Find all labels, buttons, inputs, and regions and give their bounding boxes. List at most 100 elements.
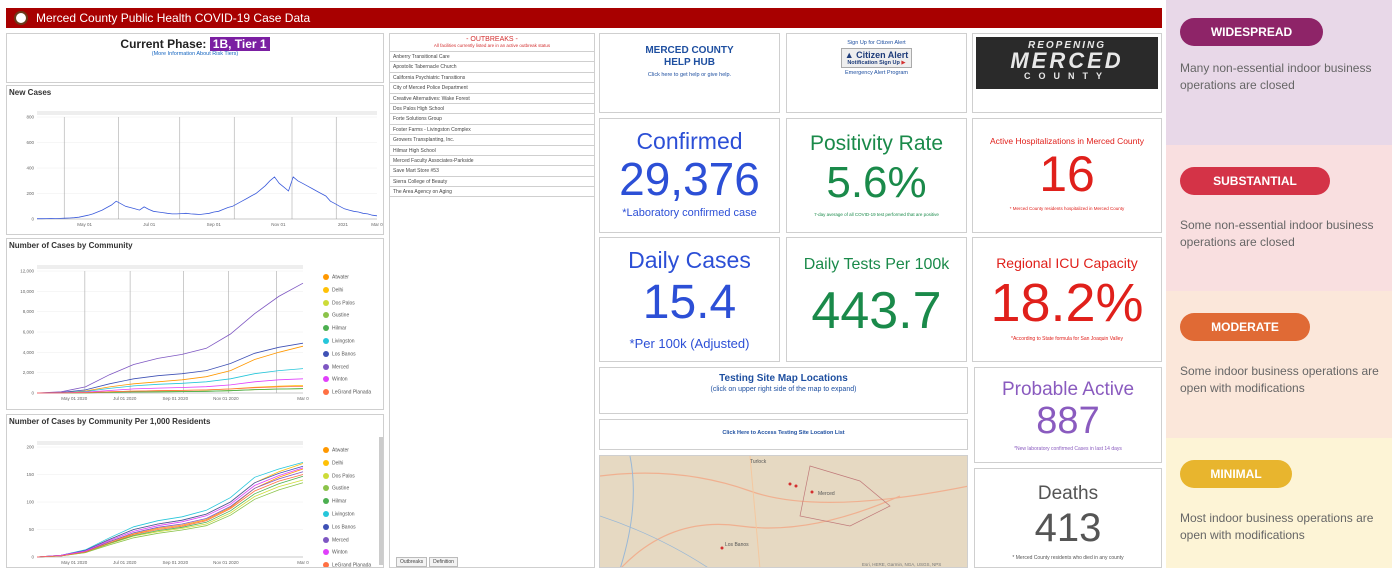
testing-list-panel[interactable]: Click Here to Access Testing Site Locati…	[599, 419, 968, 450]
tab-outbreaks[interactable]: Outbreaks	[396, 557, 428, 567]
positivity-panel: Positivity Rate 5.6% 7-day average of al…	[786, 118, 967, 233]
series-line[interactable]	[36, 482, 304, 558]
range-slider[interactable]	[37, 265, 303, 269]
series-line[interactable]	[36, 342, 304, 394]
tier-substantial-desc: Some non-essential indoor business opera…	[1180, 218, 1374, 249]
outbreaks-panel: - OUTBREAKS - All facilities currently l…	[389, 33, 595, 568]
outbreak-item[interactable]: City of Merced Police Department	[390, 83, 594, 94]
legend-item[interactable]: Hilmar	[323, 325, 346, 332]
legend-item[interactable]: Merced	[323, 363, 349, 370]
outbreak-item[interactable]: Creative Alternatives: Wake Forest	[390, 94, 594, 104]
legend-item[interactable]: LeGrand Planada	[323, 562, 371, 567]
legend-label: LeGrand Planada	[332, 389, 372, 396]
legend-item[interactable]: Delhi	[323, 286, 343, 293]
daily-cases-panel: Daily Cases 15.4 *Per 100k (Adjusted)	[599, 237, 780, 362]
legend-item[interactable]: Winton	[323, 549, 348, 556]
county-seal-icon	[14, 11, 28, 25]
outbreak-item[interactable]: Dos Palos High School	[390, 104, 594, 115]
series-line[interactable]	[36, 474, 304, 558]
x-tick-label: Mar 0	[297, 396, 309, 401]
legend-item[interactable]: Hilmar	[323, 498, 346, 505]
legend-label: Merced	[332, 363, 349, 370]
range-slider[interactable]	[37, 111, 377, 115]
legend-item[interactable]: Atwater	[323, 447, 349, 453]
legend-label: Winton	[332, 376, 348, 383]
legend-item[interactable]: Livingston	[323, 511, 355, 517]
outbreak-item[interactable]: Forte Solutions Group	[390, 114, 594, 125]
legend-item[interactable]: Atwater	[323, 274, 349, 280]
map-marker[interactable]	[794, 484, 798, 488]
testing-map-title: Testing Site Map Locations	[719, 373, 848, 384]
outbreak-item[interactable]: Foster Farms - Livingston Complex	[390, 125, 594, 136]
tab-definition[interactable]: Definition	[429, 557, 458, 567]
y-tick-label: 600	[26, 140, 34, 145]
legend-item[interactable]: LeGrand Planada	[323, 389, 372, 396]
series-line[interactable]	[36, 465, 304, 558]
risk-tiers-link[interactable]: (More Information About Risk Tiers)	[7, 51, 383, 57]
outbreak-item[interactable]: California Psychiatric Transitions	[390, 73, 594, 84]
reopening-panel[interactable]: REOPENING MERCED COUNTY	[972, 33, 1162, 113]
citizen-alert-panel[interactable]: Sign Up for Citizen Alert ▲ Citizen Aler…	[786, 33, 967, 113]
outbreak-item[interactable]: Apostolic Tabernacle Church	[390, 62, 594, 73]
help-hub-panel[interactable]: MERCED COUNTY HELP HUB Click here to get…	[599, 33, 780, 113]
outbreak-item[interactable]: Merced Faculty Associates-Parkside	[390, 156, 594, 167]
y-tick-label: 200	[26, 191, 34, 196]
testing-list-link[interactable]: Click Here to Access Testing Site Locati…	[600, 430, 967, 436]
reopening-banner: REOPENING MERCED COUNTY	[976, 37, 1158, 89]
tier-moderate-desc: Some indoor business operations are open…	[1180, 364, 1379, 395]
y-tick-label: 12,000	[20, 269, 34, 274]
outbreaks-title: - OUTBREAKS -	[466, 36, 518, 43]
deaths-value: 413	[1034, 506, 1102, 550]
legend-item[interactable]: Gustine	[323, 485, 349, 492]
series-line[interactable]	[36, 475, 304, 558]
community-chart[interactable]: 12,000 10,000 8,000 6,000 4,000 2,000 0 May 01 …	[7, 253, 317, 410]
daily-tests-value: 443.7	[811, 282, 942, 340]
range-slider[interactable]	[37, 441, 303, 445]
map-marker[interactable]	[720, 546, 724, 550]
outbreak-item[interactable]: The Area Agency on Aging	[390, 187, 594, 198]
outbreak-item[interactable]: Anberry Transitional Care	[390, 52, 594, 63]
tier-minimal-desc: Most indoor business operations are open…	[1180, 511, 1374, 542]
x-tick-label: Jul 01 2020	[113, 560, 137, 565]
series-line[interactable]	[36, 467, 304, 558]
series-line[interactable]	[36, 462, 304, 558]
legend-item[interactable]: Los Banos	[323, 523, 356, 531]
tier-moderate: MODERATE Some indoor business operations…	[1166, 291, 1392, 438]
legend-item[interactable]: Dos Palos	[323, 299, 355, 306]
map-marker[interactable]	[810, 490, 814, 494]
outbreak-item[interactable]: Hilmar High School	[390, 146, 594, 156]
outbreaks-subtitle: All facilities currently listed are in a…	[433, 43, 551, 48]
confirmed-title: Confirmed	[636, 128, 743, 154]
legend-item[interactable]: Livingston	[323, 338, 355, 344]
map-canvas[interactable]: Turlock Merced Los Banos Esri, HERE, Gar…	[600, 456, 968, 568]
series-line[interactable]	[36, 463, 304, 558]
map-marker[interactable]	[788, 482, 792, 486]
legend-label: Los Banos	[332, 524, 356, 531]
series-line[interactable]	[37, 176, 378, 220]
legend-item[interactable]: Los Banos	[323, 350, 356, 357]
series-line[interactable]	[36, 345, 304, 394]
legend-label: Dos Palos	[332, 299, 355, 306]
outbreak-item[interactable]: Save Mart Store #53	[390, 166, 594, 177]
scrollbar[interactable]	[379, 437, 383, 565]
citizen-alert-button[interactable]: ▲ Citizen Alert Notification Sign Up ▶	[840, 48, 913, 68]
legend-item[interactable]: Dos Palos	[323, 472, 355, 479]
legend-item[interactable]: Delhi	[323, 459, 343, 466]
testing-site-map[interactable]: Turlock Merced Los Banos Esri, HERE, Gar…	[599, 455, 968, 568]
legend-item[interactable]: Gustine	[323, 312, 349, 319]
outbreak-item[interactable]: Growers Transplanting, Inc.	[390, 135, 594, 146]
legend-item[interactable]: Merced	[323, 536, 349, 543]
new-cases-chart[interactable]: 800 600 400 200 0 May 01 Jul 01 Sep 01 Nov 01 202…	[7, 99, 383, 234]
per-1000-chart[interactable]: 200 150 100 50 0 May 01 2020 Jul 01 2020 Sep 01…	[7, 429, 317, 568]
per-1000-title: Number of Cases by Community Per 1,000 R…	[9, 417, 211, 426]
legend-item[interactable]: Winton	[323, 376, 348, 383]
confirmed-value: 29,376	[619, 153, 760, 205]
series-line[interactable]	[36, 471, 304, 558]
legend-swatch	[323, 536, 329, 543]
series-line[interactable]	[36, 282, 304, 394]
outbreak-item[interactable]: Sierra College of Beauty	[390, 177, 594, 188]
legend-label: Atwater	[332, 274, 349, 281]
help-hub-link[interactable]: Click here to get help or give help.	[600, 72, 779, 78]
hospitalizations-panel: Active Hospitalizations in Merced County…	[972, 118, 1162, 233]
phase-value: 1B, Tier 1	[209, 37, 270, 51]
